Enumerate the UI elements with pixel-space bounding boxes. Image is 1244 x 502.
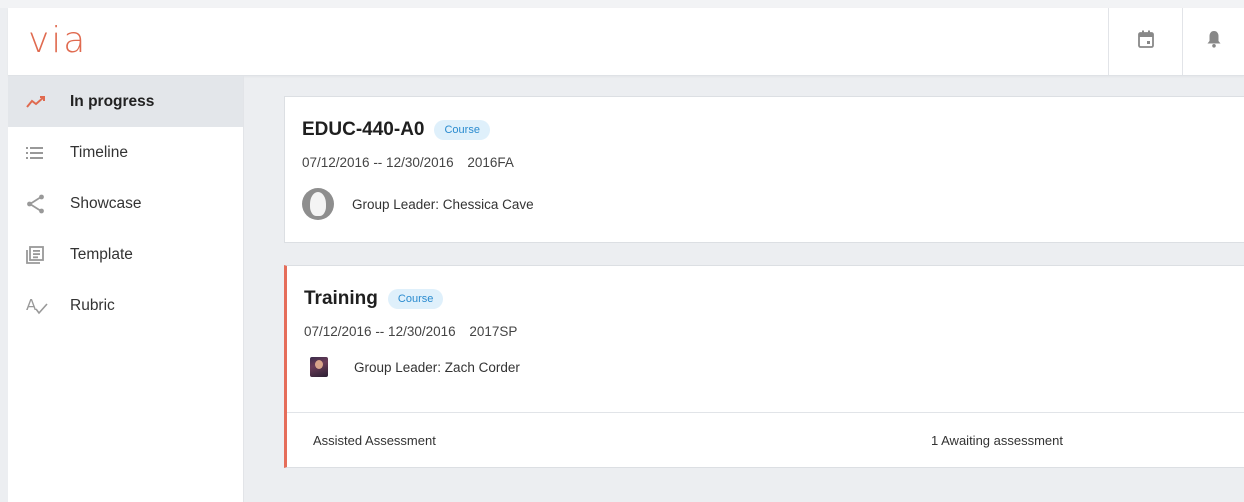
assessment-row[interactable]: Assisted Assessment 1 Awaiting assessmen…: [287, 412, 1244, 467]
app-logo[interactable]: via: [28, 20, 87, 61]
sidebar-item-rubric[interactable]: A Rubric: [8, 280, 243, 331]
sidebar-item-in-progress[interactable]: In progress: [8, 76, 243, 127]
sidebar-item-timeline[interactable]: Timeline: [8, 127, 243, 178]
sidebar-item-label: In progress: [70, 92, 155, 110]
app-header: via: [8, 8, 1244, 76]
sidebar-item-showcase[interactable]: Showcase: [8, 178, 243, 229]
term: 2016FA: [467, 155, 514, 170]
term: 2017SP: [469, 324, 518, 339]
course-dates: 07/12/2016 -- 12/30/2016 2017SP: [304, 324, 1244, 339]
template-icon: [26, 244, 52, 266]
top-strip: [0, 0, 1244, 8]
share-icon: [26, 193, 52, 215]
course-card[interactable]: Training Course 07/12/2016 -- 12/30/2016…: [284, 265, 1244, 468]
course-title[interactable]: Training: [304, 288, 378, 310]
group-leader: Group Leader: Zach Corder: [354, 359, 520, 375]
sidebar-item-label: Rubric: [70, 296, 115, 314]
date-range: 07/12/2016 -- 12/30/2016: [302, 155, 454, 170]
bell-icon: [1207, 30, 1221, 53]
calendar-icon: [1137, 30, 1154, 53]
course-dates: 07/12/2016 -- 12/30/2016 2016FA: [302, 155, 1244, 170]
avatar: [310, 357, 328, 377]
course-type-badge: Course: [434, 120, 490, 140]
course-type-badge: Course: [387, 289, 444, 309]
course-card[interactable]: EDUC-440-A0 Course 07/12/2016 -- 12/30/2…: [284, 96, 1244, 243]
trend-line-icon: [26, 91, 52, 113]
date-range: 07/12/2016 -- 12/30/2016: [304, 324, 456, 339]
sidebar: In progress Timeline Showcase Template A…: [8, 76, 244, 502]
group-leader-row: Group Leader: Zach Corder: [304, 357, 1244, 377]
sidebar-item-label: Template: [70, 245, 133, 263]
notifications-button[interactable]: [1182, 8, 1244, 75]
assessment-type: Assisted Assessment: [313, 432, 436, 448]
group-leader-row: Group Leader: Chessica Cave: [302, 188, 1244, 220]
sidebar-item-label: Showcase: [70, 194, 142, 212]
avatar: [302, 188, 334, 220]
sidebar-item-label: Timeline: [70, 143, 128, 161]
rubric-icon: A: [26, 295, 52, 317]
list-icon: [26, 142, 52, 164]
calendar-button[interactable]: [1108, 8, 1182, 75]
group-leader: Group Leader: Chessica Cave: [352, 196, 534, 212]
main-content: EDUC-440-A0 Course 07/12/2016 -- 12/30/2…: [244, 76, 1244, 502]
course-title[interactable]: EDUC-440-A0: [302, 119, 424, 141]
sidebar-item-template[interactable]: Template: [8, 229, 243, 280]
svg-text:A: A: [26, 297, 37, 314]
awaiting-assessment-count[interactable]: 1 Awaiting assessment: [931, 433, 1063, 448]
